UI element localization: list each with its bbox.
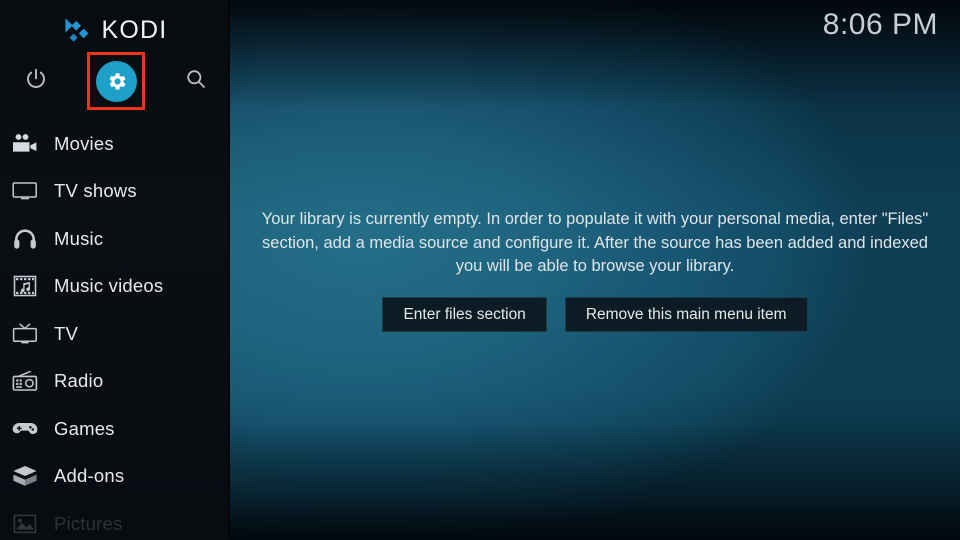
picture-icon	[10, 511, 40, 537]
sidebar: KODI Movies TV shows Music Music videos …	[0, 0, 230, 540]
clock: 8:06 PM	[822, 8, 938, 41]
power-icon	[25, 68, 47, 95]
kodi-diamond-logo-icon	[63, 17, 93, 44]
sidebar-item-label: Music	[54, 227, 104, 249]
sidebar-item-tv[interactable]: TV	[0, 310, 230, 358]
main-menu: Movies TV shows Music Music videos TV Ra…	[0, 120, 230, 540]
power-button[interactable]	[7, 52, 65, 110]
sidebar-item-games[interactable]: Games	[0, 405, 230, 453]
action-button-row: Enter files section Remove this main men…	[382, 296, 808, 332]
sidebar-item-radio[interactable]: Radio	[0, 358, 230, 406]
sidebar-item-movies[interactable]: Movies	[0, 120, 230, 168]
app-logo: KODI	[0, 12, 230, 48]
empty-library-message: Your library is currently empty. In orde…	[261, 210, 929, 276]
remove-main-menu-item-button[interactable]: Remove this main menu item	[564, 296, 808, 332]
addon-box-icon	[10, 463, 40, 489]
sidebar-item-label: Add-ons	[54, 465, 125, 487]
movie-camera-icon	[10, 131, 40, 157]
sidebar-item-label: Radio	[54, 370, 104, 392]
headphones-icon	[10, 226, 40, 252]
sidebar-item-pictures[interactable]: Pictures	[0, 500, 230, 540]
app-name: KODI	[101, 15, 168, 44]
sidebar-item-music[interactable]: Music	[0, 215, 230, 263]
sidebar-item-label: Movies	[54, 132, 114, 154]
sidebar-item-label: Pictures	[54, 512, 123, 534]
search-icon	[185, 68, 207, 95]
sidebar-item-add-ons[interactable]: Add-ons	[0, 453, 230, 501]
radio-icon	[10, 368, 40, 394]
tv-antenna-icon	[10, 321, 40, 347]
search-button[interactable]	[167, 52, 225, 110]
top-icon-row	[0, 52, 230, 110]
settings-button[interactable]	[87, 52, 145, 110]
sidebar-item-label: Games	[54, 417, 115, 439]
music-video-icon	[10, 273, 40, 299]
sidebar-item-tv-shows[interactable]: TV shows	[0, 168, 230, 216]
sidebar-item-music-videos[interactable]: Music videos	[0, 263, 230, 311]
tv-monitor-icon	[10, 178, 40, 204]
sidebar-item-label: TV shows	[54, 180, 137, 202]
sidebar-item-label: TV	[54, 322, 79, 344]
gear-icon	[95, 60, 137, 102]
gamepad-icon	[10, 416, 40, 442]
enter-files-section-button[interactable]: Enter files section	[382, 296, 547, 332]
main-content: Your library is currently empty. In orde…	[230, 0, 960, 540]
sidebar-item-label: Music videos	[54, 275, 164, 297]
